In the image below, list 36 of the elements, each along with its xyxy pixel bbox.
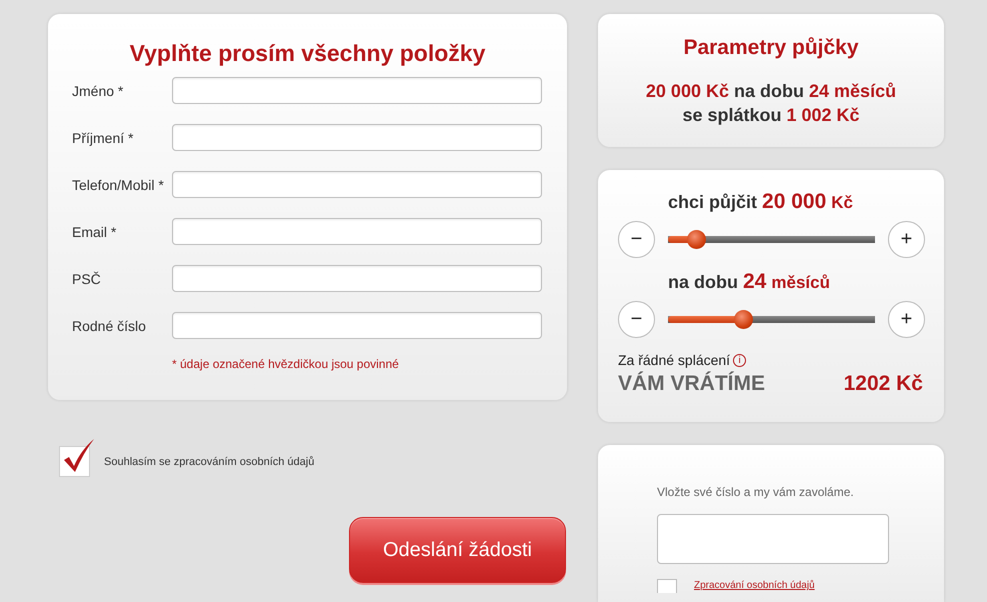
input-field[interactable]: [172, 312, 542, 339]
slider-thumb[interactable]: [734, 310, 753, 329]
phone-field[interactable]: [657, 514, 889, 564]
loan-summary: 20 000 Kč na dobu 24 měsíců: [644, 80, 898, 103]
field-label: Email *: [72, 224, 118, 240]
minus-button[interactable]: −: [618, 220, 655, 258]
check-icon: [61, 438, 95, 474]
submit-button[interactable]: Odeslání žádosti: [349, 517, 566, 583]
field-label: Telefon/Mobil *: [72, 176, 165, 192]
parameters-title: Parametry půjčky: [682, 36, 860, 60]
refund-label: VÁM VRÁTÍME: [618, 372, 765, 396]
minus-button[interactable]: −: [618, 300, 655, 338]
input-field[interactable]: [172, 77, 542, 104]
input-field[interactable]: [172, 171, 542, 198]
input-field[interactable]: [172, 124, 542, 151]
info-icon[interactable]: i: [733, 354, 746, 367]
loan-summary: se splátkou 1 002 Kč: [681, 104, 861, 127]
field-label: Příjmení *: [72, 130, 134, 146]
refund-value: 1202 Kč: [844, 372, 923, 396]
field-label: PSČ: [72, 270, 102, 286]
input-field[interactable]: [172, 218, 542, 245]
refund-caption: Za řádné splácení: [618, 352, 730, 368]
input-field[interactable]: [172, 265, 542, 292]
slider-thumb[interactable]: [686, 230, 706, 249]
consent-label: Souhlasím se zpracováním osobních údajů: [104, 456, 314, 468]
field-label: Rodné číslo: [72, 318, 147, 334]
checkbox[interactable]: [657, 578, 677, 593]
callback-prompt: Vložte své číslo a my vám zavoláme.: [657, 484, 855, 499]
plus-button[interactable]: +: [888, 300, 925, 338]
required-note: * údaje označené hvězdičkou jsou povinné: [172, 357, 400, 371]
plus-button[interactable]: +: [888, 220, 925, 258]
form-title: Vyplňte prosím všechny položky: [128, 40, 486, 67]
field-label: Jméno *: [72, 82, 124, 98]
consent-link[interactable]: Zpracování osobních údajů: [694, 580, 815, 592]
slider-label: na dobu 24 měsíců: [668, 270, 831, 296]
slider-label: chci půjčit 20 000 Kč: [668, 190, 854, 216]
